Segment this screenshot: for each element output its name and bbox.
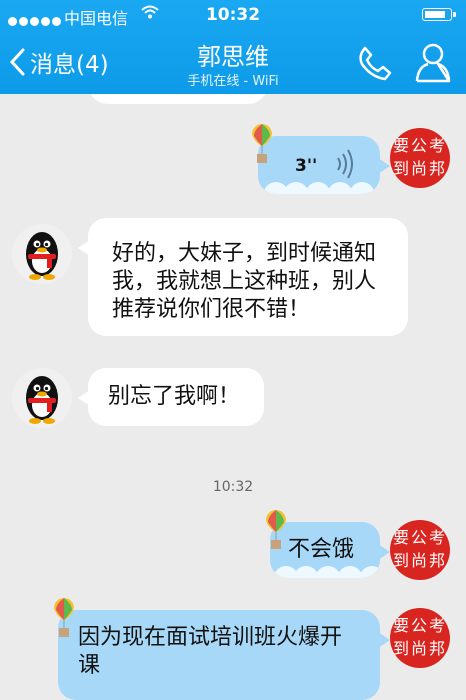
status-bar: 中国电信 10:32	[0, 0, 466, 30]
contact-name: 郭思维	[197, 43, 269, 71]
voice-waves-icon	[337, 149, 353, 179]
phone-icon[interactable]	[356, 44, 394, 82]
clock: 10:32	[205, 5, 261, 25]
message-bubble-incoming[interactable]: 别忘了我啊！	[78, 368, 264, 426]
nav-header: 中国电信 10:32 消息(4) 郭思维 手机在线 - WiFi	[0, 0, 466, 94]
contact-avatar[interactable]	[12, 224, 72, 284]
message-text: 不会饿	[288, 537, 355, 562]
battery-icon	[422, 8, 456, 21]
voice-duration: 3''	[295, 156, 318, 176]
balloon-icon	[266, 510, 286, 549]
avatar-seal-text: 要公考到尚邦	[392, 616, 447, 658]
qq-penguin-icon	[26, 232, 58, 280]
my-avatar[interactable]: 要公考到尚邦	[390, 520, 450, 580]
avatar-seal-text: 要公考到尚邦	[392, 136, 447, 178]
contact-status: 手机在线 - WiFi	[187, 74, 279, 89]
message-text: 好的，大妹子，到时候通知我，我就想上这种班，别人推荐说你们很不错！	[112, 241, 377, 322]
message-timestamp: 10:32	[212, 479, 254, 495]
message-text: 因为现在面试培训班火爆开课	[78, 625, 343, 678]
voice-message-bubble[interactable]	[258, 136, 390, 194]
my-avatar[interactable]: 要公考到尚邦	[390, 608, 450, 668]
my-avatar[interactable]: 要公考到尚邦	[390, 128, 450, 188]
avatar-seal-text: 要公考到尚邦	[392, 528, 447, 570]
balloon-icon	[252, 124, 272, 163]
balloon-icon	[54, 598, 74, 637]
message-bubble-outgoing[interactable]: 因为现在面试培训班火爆开课	[58, 610, 390, 700]
message-bubble-incoming[interactable]: 好的，大妹子，到时候通知我，我就想上这种班，别人推荐说你们很不错！	[78, 218, 408, 336]
qq-penguin-icon	[26, 376, 58, 424]
message-text: 别忘了我啊！	[108, 384, 241, 409]
contact-avatar[interactable]	[12, 368, 72, 428]
profile-icon[interactable]	[414, 41, 452, 83]
